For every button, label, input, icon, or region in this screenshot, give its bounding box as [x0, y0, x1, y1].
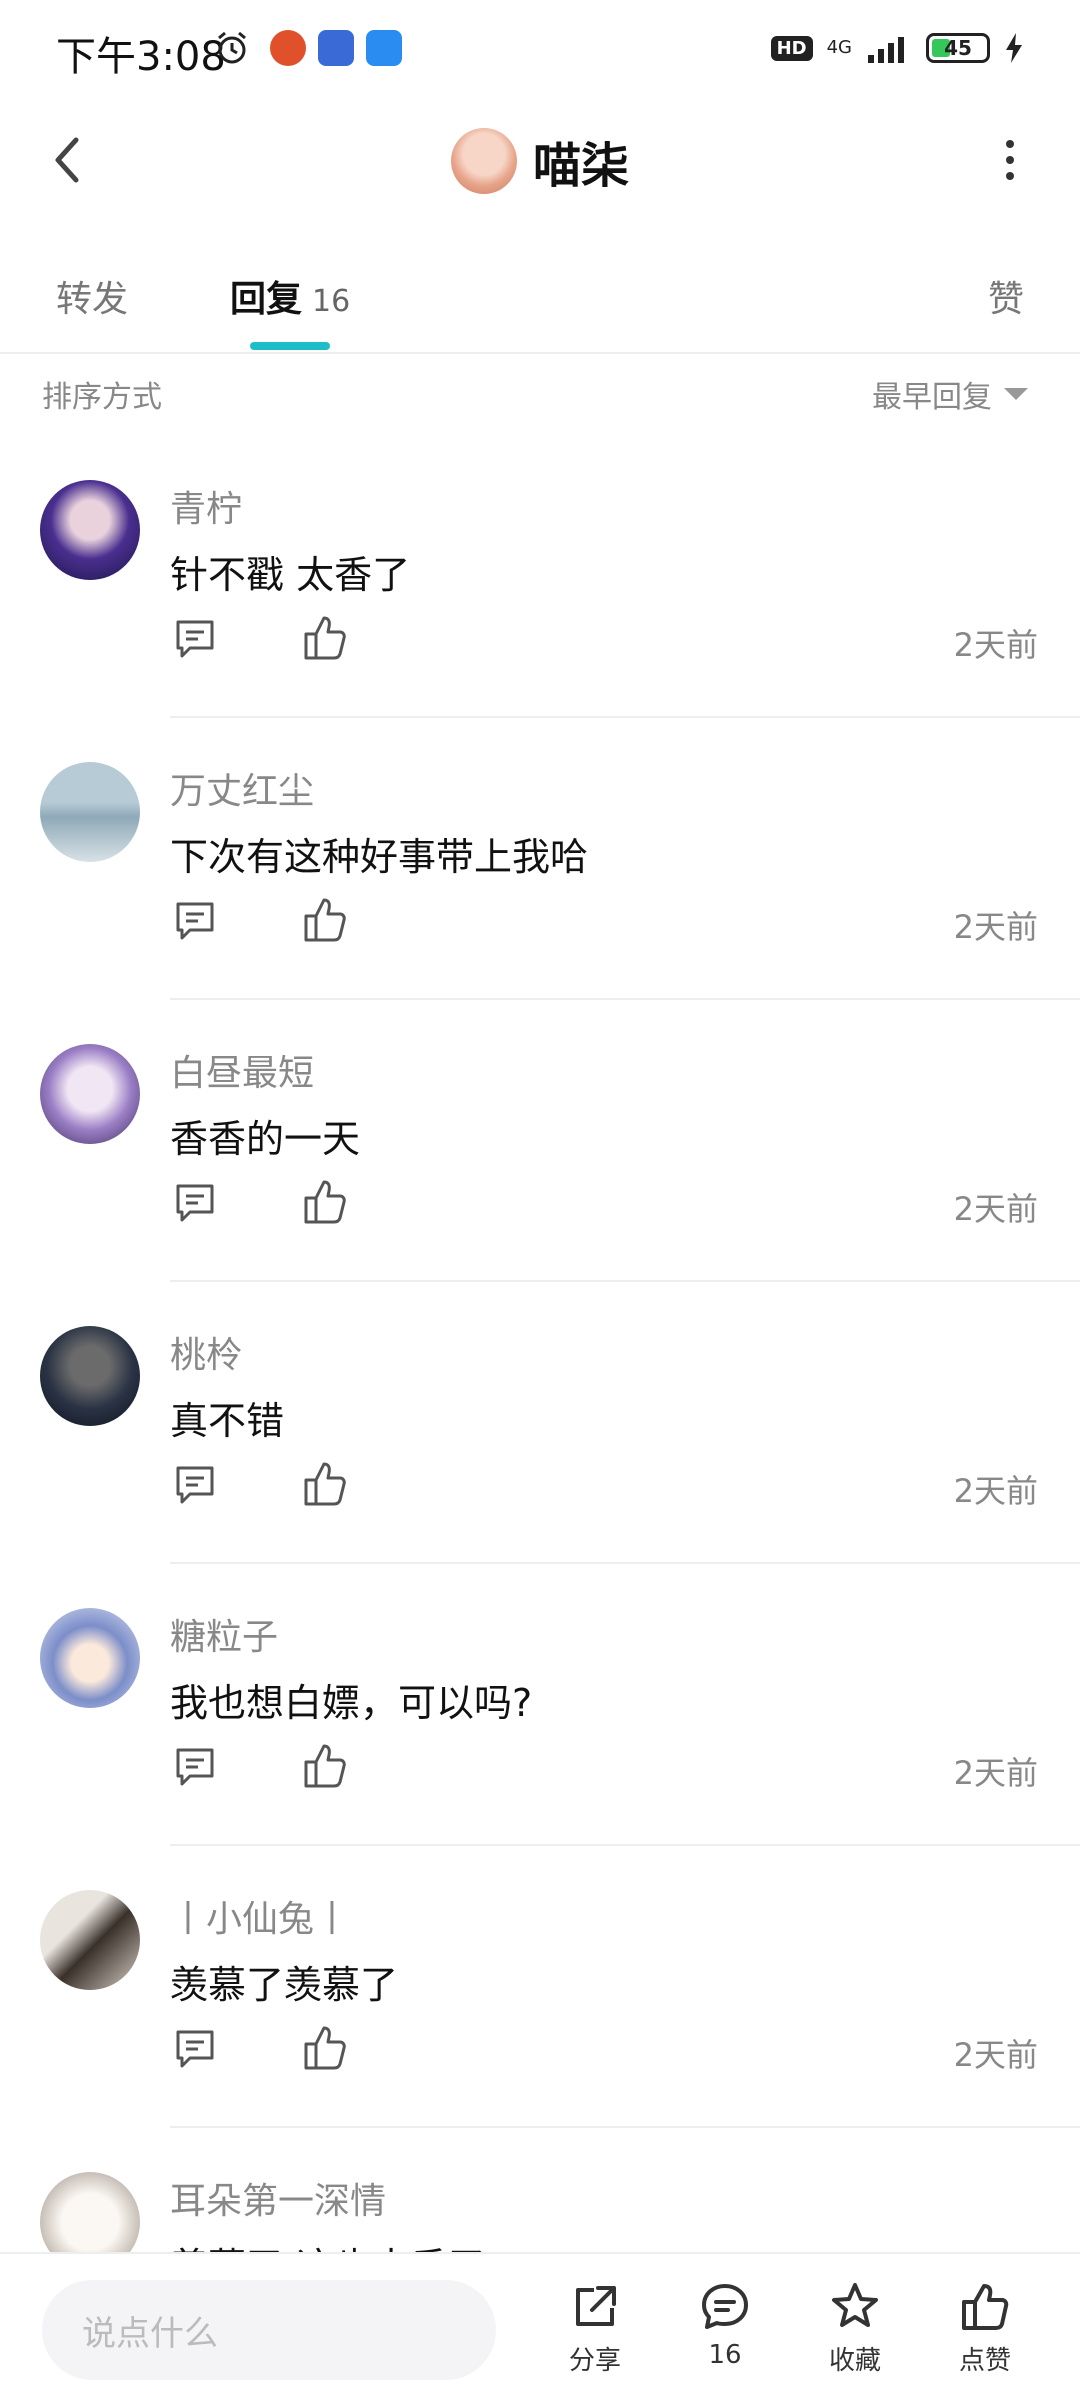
- user-avatar[interactable]: [40, 1890, 140, 1990]
- dropdown-arrow-icon: [1004, 388, 1028, 400]
- comment-time: 2天前: [953, 1472, 1038, 1510]
- share-button[interactable]: 分享: [550, 2280, 640, 2377]
- like-icon[interactable]: [302, 1460, 348, 1508]
- comment-list: 青柠 针不戳 太香了 2天前 万丈红尘 下次有这种好事带上我哈 2天前 白昼最短…: [0, 436, 1080, 2278]
- comment-item[interactable]: 桃柃 真不错 2天前: [0, 1282, 1080, 1564]
- comment-text: 针不戳 太香了: [170, 553, 411, 597]
- comment-input[interactable]: 说点什么: [42, 2280, 496, 2380]
- app-notification-icon: [366, 30, 402, 66]
- comment-time: 2天前: [953, 1190, 1038, 1228]
- reply-icon[interactable]: [172, 2026, 218, 2072]
- like-button[interactable]: 点赞: [940, 2280, 1030, 2377]
- sort-dropdown[interactable]: 最早回复: [872, 372, 1028, 416]
- comments-count: 16: [708, 2340, 742, 2370]
- comment-text: 下次有这种好事带上我哈: [170, 835, 589, 879]
- user-avatar[interactable]: [40, 1044, 140, 1144]
- comment-username[interactable]: 耳朵第一深情: [170, 2172, 386, 2224]
- comment-username[interactable]: 白昼最短: [170, 1044, 314, 1096]
- reply-icon[interactable]: [172, 898, 218, 944]
- comment-username[interactable]: 丨小仙兔丨: [170, 1890, 350, 1942]
- comments-button[interactable]: 16: [680, 2280, 770, 2370]
- like-icon[interactable]: [302, 2024, 348, 2072]
- comment-username[interactable]: 桃柃: [170, 1326, 242, 1378]
- comment-text: 羡慕了羡慕了: [170, 1963, 399, 2007]
- tab-repost[interactable]: 转发: [56, 270, 128, 322]
- like-icon[interactable]: [302, 896, 348, 944]
- star-icon: [832, 2283, 878, 2327]
- comment-time: 2天前: [953, 626, 1038, 664]
- reply-icon[interactable]: [172, 1180, 218, 1226]
- reply-icon[interactable]: [172, 1462, 218, 1508]
- like-icon[interactable]: [302, 1178, 348, 1226]
- comment-username[interactable]: 糖粒子: [170, 1608, 278, 1660]
- favorite-label: 收藏: [828, 2346, 881, 2376]
- charging-icon: [1006, 33, 1022, 63]
- comment-time: 2天前: [953, 2036, 1038, 2074]
- battery-indicator: 45: [926, 33, 990, 63]
- sort-bar: 排序方式 最早回复: [0, 360, 1080, 430]
- comment-time: 2天前: [953, 1754, 1038, 1792]
- network-label: 4G: [826, 37, 852, 58]
- tab-like[interactable]: 赞: [988, 270, 1024, 322]
- like-icon[interactable]: [302, 1742, 348, 1790]
- thumbs-up-icon: [962, 2284, 1009, 2330]
- tab-bar: 转发 回复 16 赞: [0, 240, 1080, 354]
- comment-item[interactable]: 糖粒子 我也想白嫖，可以吗? 2天前: [0, 1564, 1080, 1846]
- favorite-button[interactable]: 收藏: [810, 2280, 900, 2377]
- title-group[interactable]: 喵柒: [0, 126, 1080, 196]
- comment-username[interactable]: 青柠: [170, 480, 242, 532]
- status-time: 下午3:08: [56, 34, 226, 80]
- reply-icon[interactable]: [172, 616, 218, 662]
- user-avatar[interactable]: [40, 1326, 140, 1426]
- tab-reply-label: 回复: [230, 279, 303, 320]
- app-notification-icon: [318, 30, 354, 66]
- sort-label: 排序方式: [42, 380, 162, 415]
- top-nav: 喵柒: [0, 100, 1080, 220]
- user-avatar[interactable]: [40, 480, 140, 580]
- bottom-action-bar: 说点什么 分享 16 收藏 点赞: [0, 2252, 1080, 2402]
- hd-badge: HD: [770, 35, 813, 61]
- share-icon: [576, 2286, 616, 2326]
- alarm-icon: [218, 31, 246, 64]
- comment-item[interactable]: 青柠 针不戳 太香了 2天前: [0, 436, 1080, 718]
- signal-icon: [868, 37, 904, 63]
- tab-reply-count: 16: [312, 284, 351, 319]
- comment-item[interactable]: 万丈红尘 下次有这种好事带上我哈 2天前: [0, 718, 1080, 1000]
- like-label: 点赞: [958, 2346, 1011, 2376]
- like-icon[interactable]: [302, 614, 348, 662]
- user-avatar[interactable]: [40, 762, 140, 862]
- comment-text: 真不错: [170, 1399, 285, 1443]
- share-label: 分享: [568, 2346, 621, 2376]
- comment-text: 我也想白嫖，可以吗?: [170, 1681, 533, 1725]
- tab-indicator: [250, 342, 330, 350]
- reply-icon[interactable]: [172, 1744, 218, 1790]
- user-avatar[interactable]: [40, 1608, 140, 1708]
- more-options-icon[interactable]: [980, 130, 1040, 190]
- battery-level: 45: [944, 36, 972, 60]
- comment-text: 香香的一天: [170, 1117, 361, 1161]
- comment-bubble-icon: [702, 2284, 748, 2329]
- author-avatar[interactable]: [450, 128, 517, 194]
- comment-time: 2天前: [953, 908, 1038, 946]
- page-title: 喵柒: [532, 138, 629, 194]
- tab-reply[interactable]: 回复 16: [230, 270, 350, 322]
- comment-username[interactable]: 万丈红尘: [170, 762, 314, 814]
- status-bar: 下午3:08 HD 4G 45: [0, 0, 1080, 100]
- comment-item[interactable]: 丨小仙兔丨 羡慕了羡慕了 2天前: [0, 1846, 1080, 2128]
- comment-item[interactable]: 白昼最短 香香的一天 2天前: [0, 1000, 1080, 1282]
- app-notification-icon: [270, 30, 306, 66]
- sort-value: 最早回复: [872, 380, 992, 415]
